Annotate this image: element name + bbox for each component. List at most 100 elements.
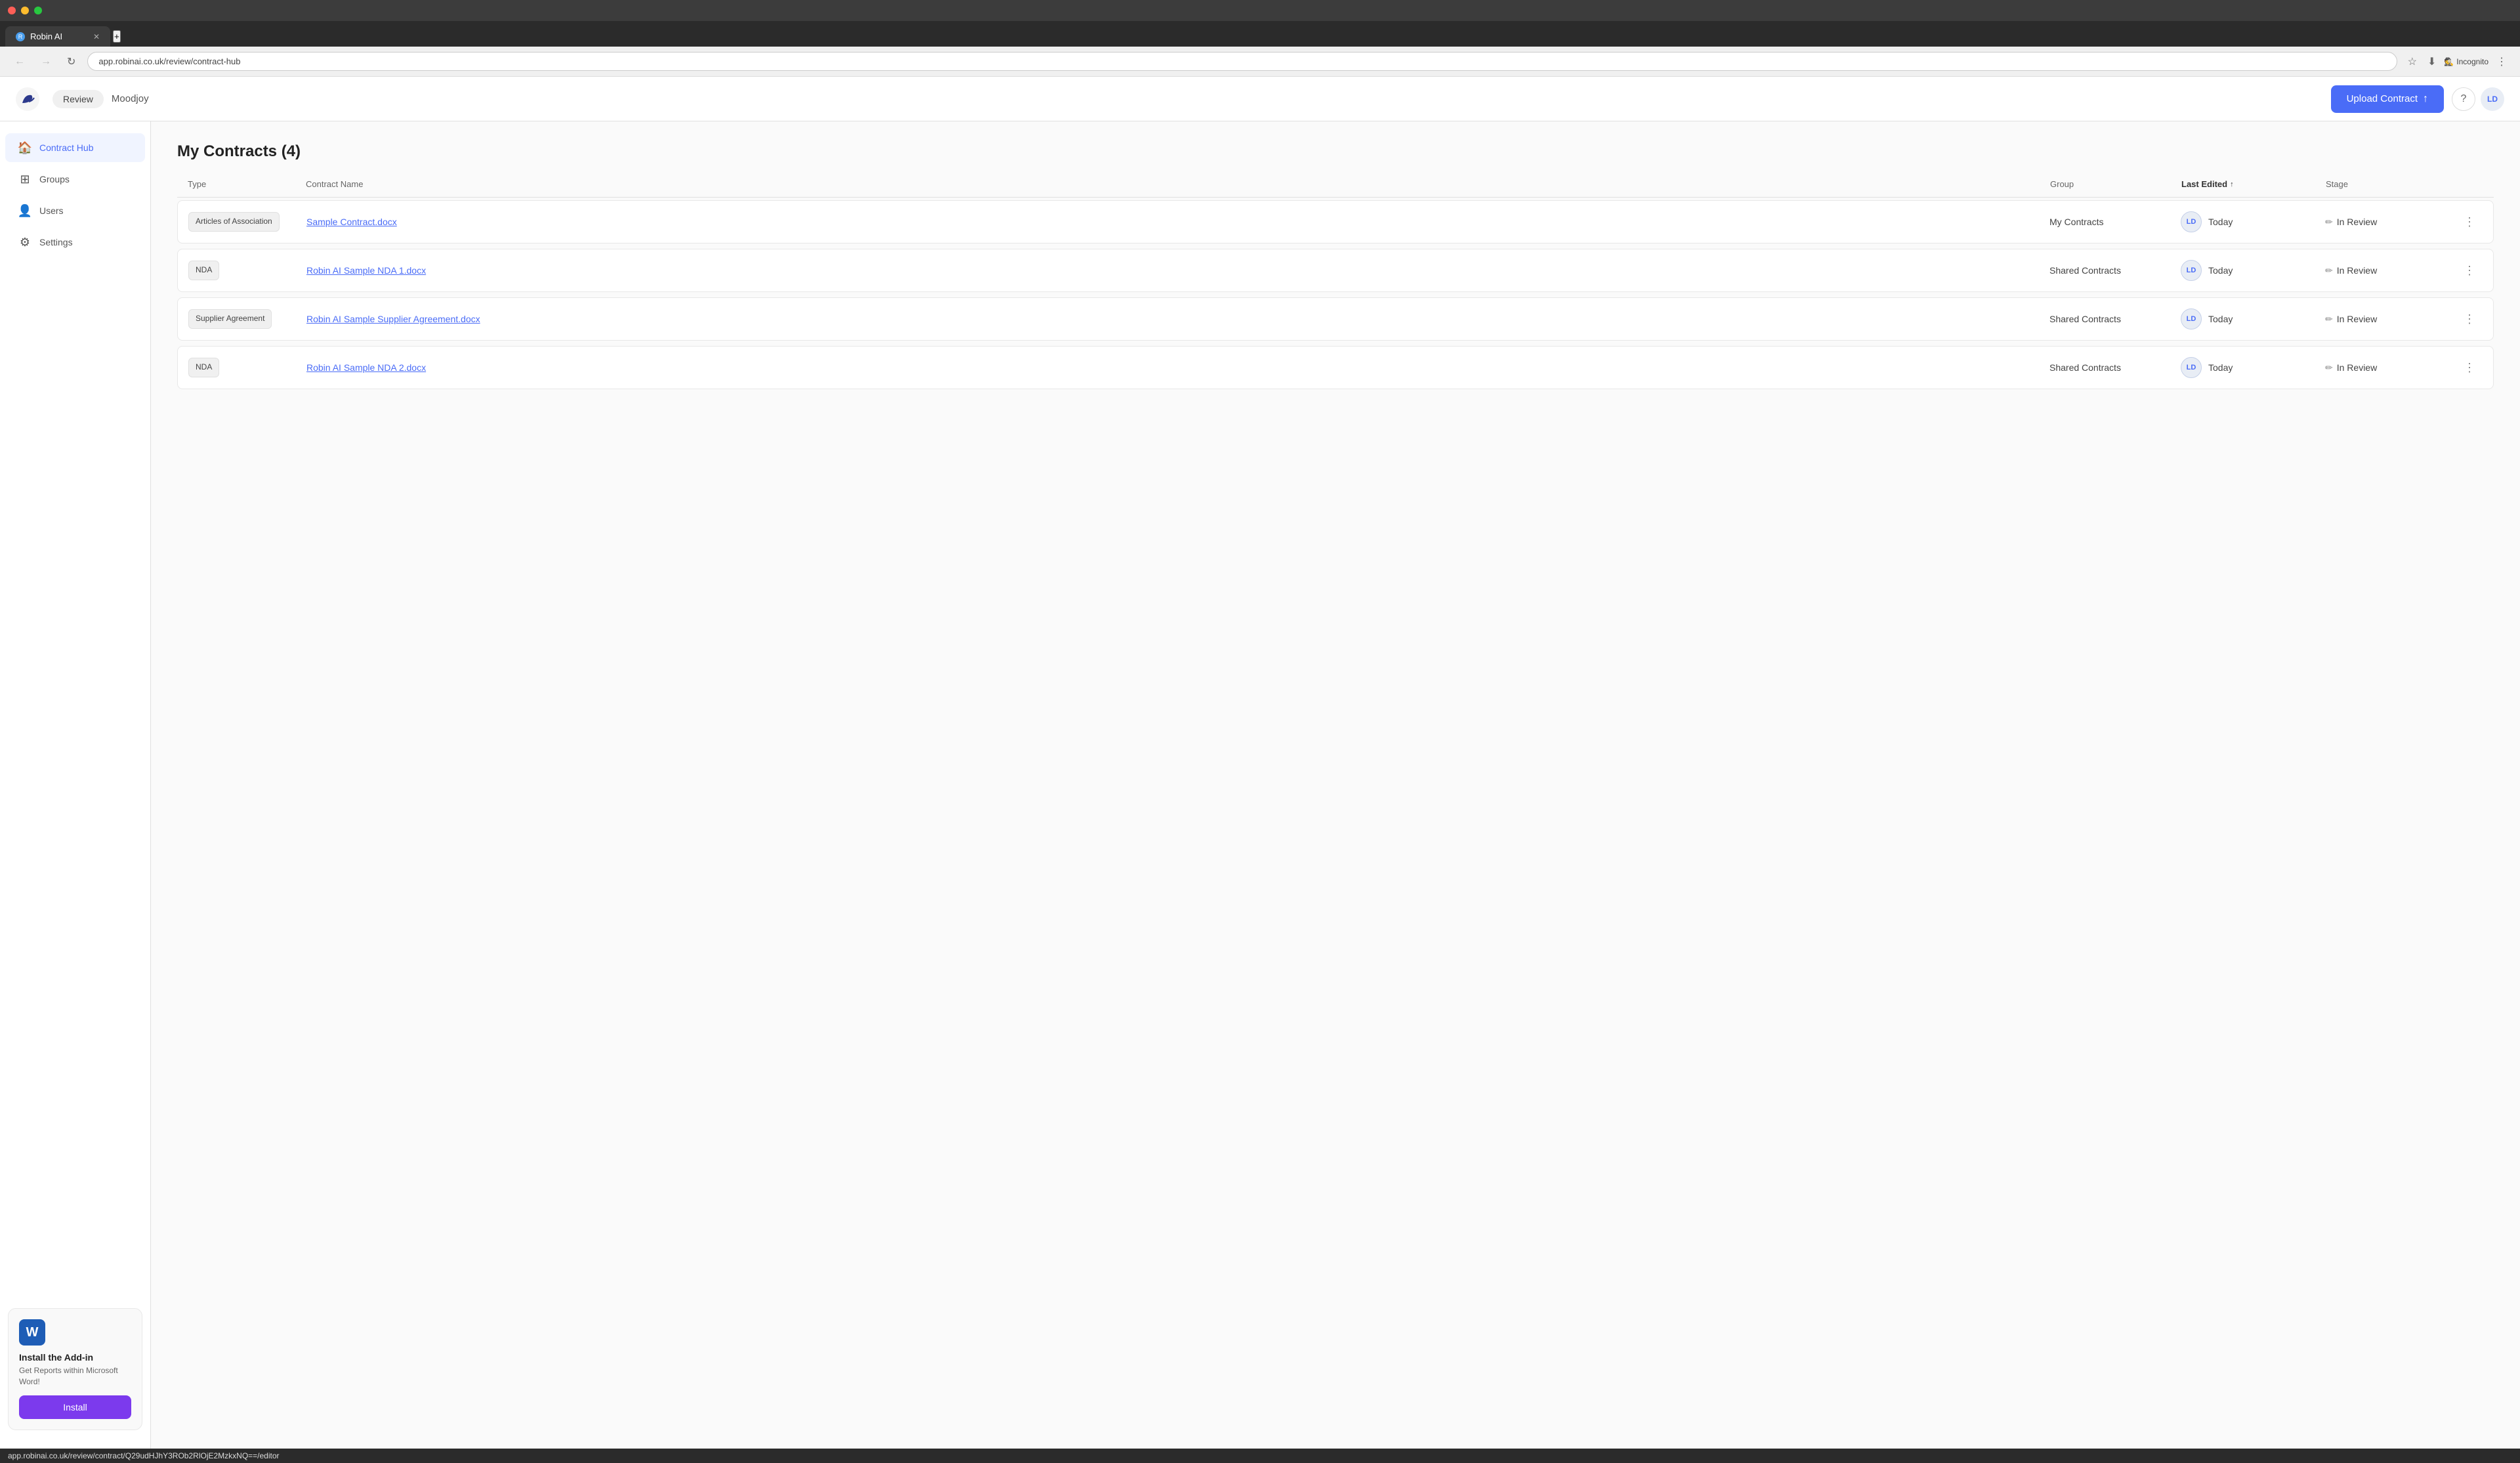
tab-close-icon[interactable]: ✕ (93, 32, 100, 41)
stage-icon: ✏ (2325, 314, 2333, 325)
contract-link[interactable]: Robin AI Sample NDA 2.docx (306, 362, 426, 373)
contract-name-cell: Robin AI Sample Supplier Agreement.docx (306, 314, 2049, 324)
col-header-stage[interactable]: Stage (2326, 179, 2457, 189)
col-header-last-edited[interactable]: Last Edited ↑ (2181, 179, 2326, 189)
sort-icon: ↑ (2230, 180, 2234, 188)
addon-install-button[interactable]: Install (19, 1395, 131, 1419)
minimize-window-btn[interactable] (21, 7, 29, 14)
group-cell: Shared Contracts (2049, 314, 2181, 324)
review-tab[interactable]: Review (52, 90, 104, 108)
type-badge: NDA (188, 261, 219, 280)
incognito-badge: 🕵 Incognito (2444, 57, 2488, 66)
page-title: My Contracts (4) (177, 142, 2494, 161)
type-badge: Articles of Association (188, 212, 280, 232)
contract-name-cell: Sample Contract.docx (306, 217, 2049, 227)
sidebar-label-contract-hub: Contract Hub (39, 142, 93, 153)
last-edited-cell: LD Today (2181, 211, 2325, 232)
sidebar-item-users[interactable]: 👤 Users (5, 196, 145, 225)
app-header: Review Moodjoy Upload Contract ↑ ? LD (0, 77, 2520, 121)
table-row: NDA Robin AI Sample NDA 1.docx Shared Co… (177, 249, 2494, 292)
url-bar[interactable]: app.robinai.co.uk/review/contract-hub (87, 52, 2397, 71)
sidebar-item-groups[interactable]: ⊞ Groups (5, 165, 145, 194)
robin-ai-logo (16, 87, 39, 111)
word-addon-card: W Install the Add-in Get Reports within … (8, 1308, 142, 1430)
type-badge: Supplier Agreement (188, 309, 272, 329)
status-url: app.robinai.co.uk/review/contract/Q29udH… (8, 1451, 280, 1460)
addon-description: Get Reports within Microsoft Word! (19, 1365, 131, 1388)
bookmark-icon[interactable]: ☆ (2405, 53, 2420, 71)
stage-cell: ✏ In Review (2325, 362, 2456, 373)
groups-icon: ⊞ (18, 173, 32, 186)
upload-icon: ↑ (2423, 93, 2428, 105)
app-logo (16, 87, 39, 111)
stage-cell: ✏ In Review (2325, 265, 2456, 276)
date-text: Today (2208, 265, 2233, 276)
stage-icon: ✏ (2325, 265, 2333, 276)
new-tab-button[interactable]: + (113, 30, 121, 43)
stage-cell: ✏ In Review (2325, 314, 2456, 325)
help-button[interactable]: ? (2452, 87, 2475, 111)
date-text: Today (2208, 362, 2233, 373)
col-header-group[interactable]: Group (2050, 179, 2181, 189)
table-header: Type Contract Name Group Last Edited ↑ S… (177, 179, 2494, 197)
contracts-table: Type Contract Name Group Last Edited ↑ S… (177, 179, 2494, 389)
status-bar: app.robinai.co.uk/review/contract/Q29udH… (0, 1449, 2520, 1463)
addon-title: Install the Add-in (19, 1352, 131, 1363)
word-icon: W (19, 1319, 45, 1346)
col-header-contract-name[interactable]: Contract Name (306, 179, 2050, 189)
main-layout: 🏠 Contract Hub ⊞ Groups 👤 Users ⚙ Settin… (0, 121, 2520, 1449)
tab-favicon: R (16, 32, 25, 41)
maximize-window-btn[interactable] (34, 7, 42, 14)
stage-icon: ✏ (2325, 217, 2333, 228)
close-window-btn[interactable] (8, 7, 16, 14)
incognito-icon: 🕵 (2444, 57, 2454, 66)
upload-contract-button[interactable]: Upload Contract ↑ (2331, 85, 2444, 113)
sidebar-label-groups: Groups (39, 174, 70, 184)
stage-icon: ✏ (2325, 362, 2333, 373)
col-header-type[interactable]: Type (188, 179, 306, 189)
table-row: NDA Robin AI Sample NDA 2.docx Shared Co… (177, 346, 2494, 389)
table-divider (177, 197, 2494, 198)
table-row: Supplier Agreement Robin AI Sample Suppl… (177, 297, 2494, 341)
nav-refresh-button[interactable]: ↻ (63, 53, 79, 71)
contract-name-cell: Robin AI Sample NDA 2.docx (306, 362, 2049, 373)
avatar: LD (2181, 260, 2202, 281)
main-content: My Contracts (4) Type Contract Name Grou… (151, 121, 2520, 1449)
nav-back-button[interactable]: ← (10, 53, 29, 70)
sidebar-item-contract-hub[interactable]: 🏠 Contract Hub (5, 133, 145, 162)
last-edited-cell: LD Today (2181, 357, 2325, 378)
type-cell: NDA (188, 358, 306, 377)
stage-label: In Review (2337, 362, 2377, 373)
home-icon: 🏠 (18, 141, 32, 154)
date-text: Today (2208, 217, 2233, 227)
group-cell: Shared Contracts (2049, 265, 2181, 276)
avatar: LD (2181, 308, 2202, 329)
avatar: LD (2181, 211, 2202, 232)
row-more-button[interactable]: ⋮ (2456, 213, 2483, 232)
avatar: LD (2181, 357, 2202, 378)
company-name: Moodjoy (112, 93, 149, 104)
browser-tab[interactable]: R Robin AI ✕ (5, 26, 110, 47)
nav-forward-button[interactable]: → (37, 53, 55, 70)
group-cell: Shared Contracts (2049, 362, 2181, 373)
contract-link[interactable]: Robin AI Sample NDA 1.docx (306, 265, 426, 276)
row-more-button[interactable]: ⋮ (2456, 358, 2483, 377)
table-row: Articles of Association Sample Contract.… (177, 200, 2494, 244)
row-more-button[interactable]: ⋮ (2456, 310, 2483, 329)
row-more-button[interactable]: ⋮ (2456, 261, 2483, 280)
user-avatar-button[interactable]: LD (2481, 87, 2504, 111)
stage-label: In Review (2337, 265, 2377, 276)
contract-link[interactable]: Robin AI Sample Supplier Agreement.docx (306, 314, 480, 324)
last-edited-cell: LD Today (2181, 260, 2325, 281)
sidebar-label-users: Users (39, 205, 64, 216)
stage-label: In Review (2337, 314, 2377, 324)
more-menu-icon[interactable]: ⋮ (2494, 53, 2510, 71)
users-icon: 👤 (18, 204, 32, 217)
contract-link[interactable]: Sample Contract.docx (306, 217, 397, 227)
sidebar-item-settings[interactable]: ⚙ Settings (5, 228, 145, 257)
stage-cell: ✏ In Review (2325, 217, 2456, 228)
type-badge: NDA (188, 358, 219, 377)
sidebar-label-settings: Settings (39, 237, 73, 247)
download-icon[interactable]: ⬇ (2425, 53, 2439, 71)
upload-contract-label: Upload Contract (2347, 93, 2418, 104)
